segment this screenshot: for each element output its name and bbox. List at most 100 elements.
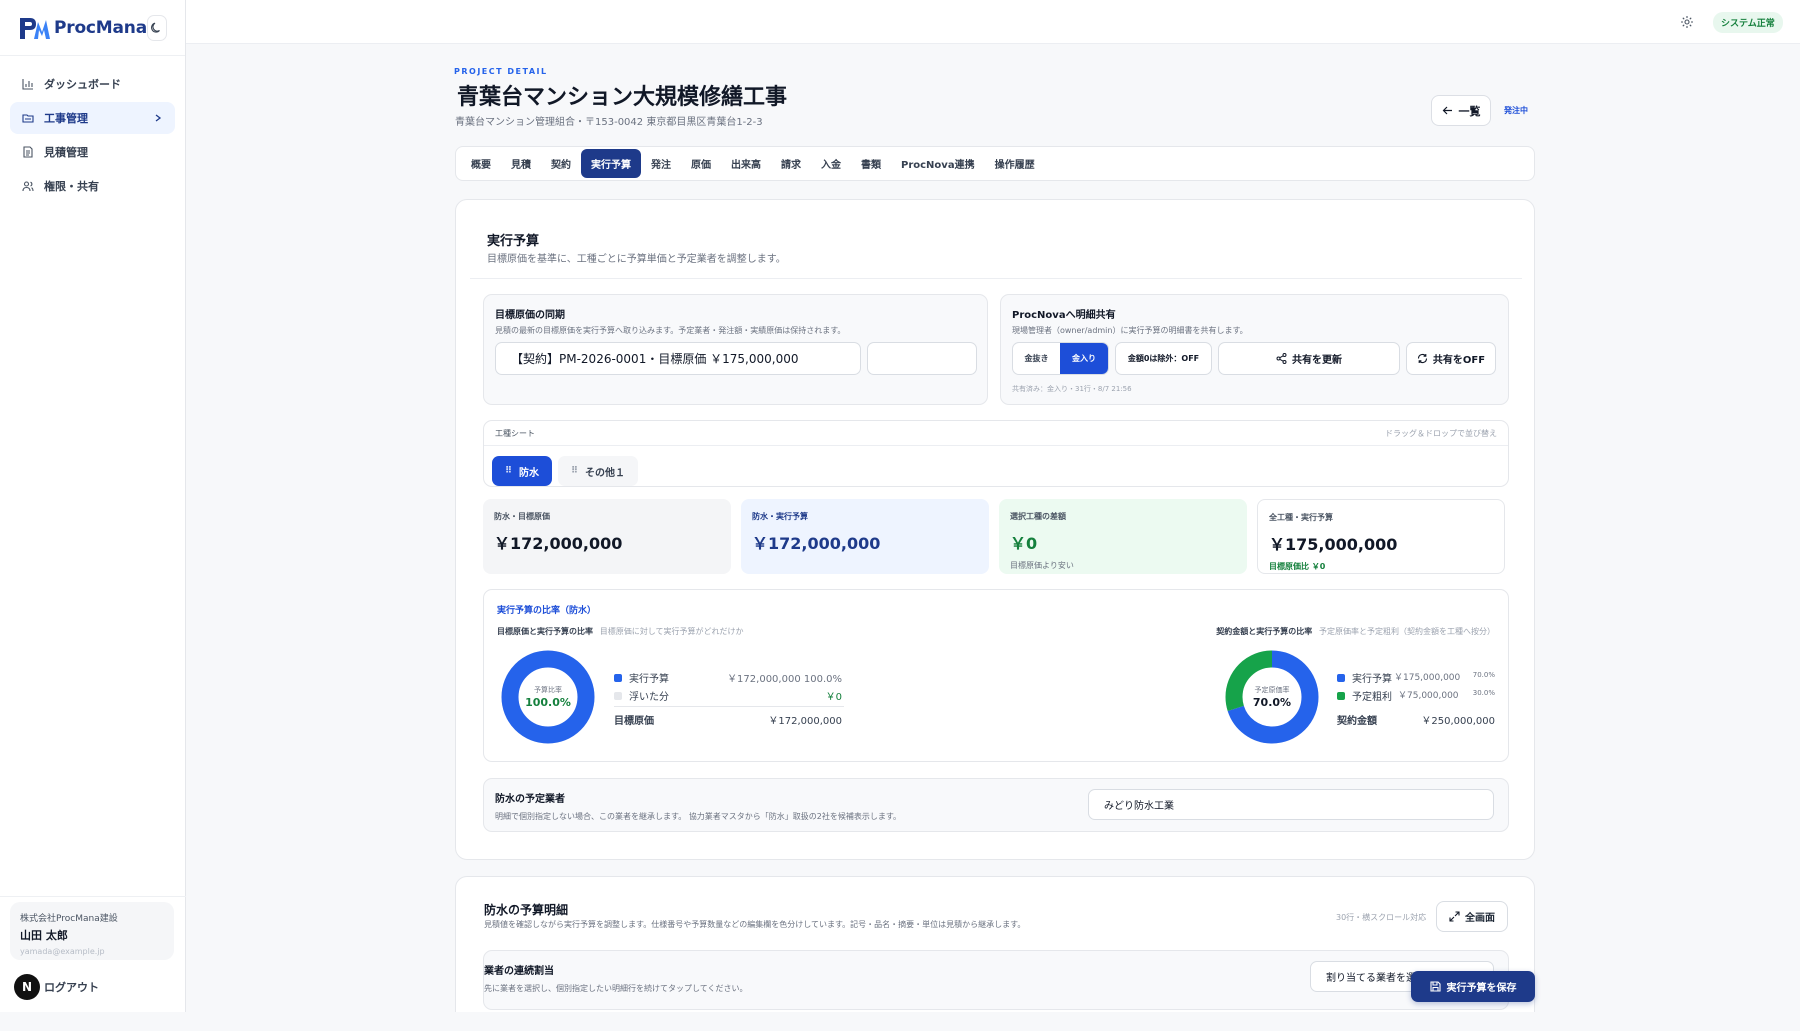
brand: ProcMana: [0, 0, 185, 56]
total-label: 目標原価: [614, 716, 654, 727]
tab-order[interactable]: 発注: [641, 149, 681, 178]
right-ratio-subheading: 予定原価率と予定粗利（契約金額を工種へ按分）: [1319, 627, 1495, 636]
tab-progress[interactable]: 出来高: [721, 149, 771, 178]
stat-label: 選択工種の差額: [1010, 512, 1066, 521]
sidebar-item-label: 工事管理: [44, 112, 88, 125]
tab-overview[interactable]: 概要: [461, 149, 501, 178]
drag-handle-icon[interactable]: ⠿: [505, 466, 512, 476]
legend-amount: ￥175,000,000: [1394, 673, 1461, 683]
budget-detail-card: 防水の予算明細 見積値を確認しながら実行予算を調整します。仕様番号や予算数量など…: [455, 876, 1535, 1031]
price-mode-toggle: 金抜き 金入り: [1012, 342, 1109, 375]
tab-estimate[interactable]: 見積: [501, 149, 541, 178]
donut-center-label: 予算比率: [534, 686, 562, 694]
sheet-tab-other[interactable]: ⠿ その他１: [558, 456, 638, 486]
share-status-text: 共有済み：金入り・31行・8/7 21:56: [1012, 385, 1132, 393]
sidebar-item-permissions[interactable]: 権限・共有: [10, 170, 175, 202]
expand-icon: [1449, 911, 1460, 922]
update-share-button[interactable]: 共有を更新: [1218, 342, 1400, 375]
exclude-zero-toggle[interactable]: 金額0は除外：OFF: [1115, 342, 1212, 375]
procmana-logo[interactable]: [18, 14, 52, 42]
right-ratio-heading: 契約金額と実行予算の比率 予定原価率と予定粗利（契約金額を工種へ按分）: [1216, 626, 1495, 637]
share-off-label: 共有をOFF: [1432, 355, 1486, 366]
user-email: yamada@example.jp: [20, 947, 105, 956]
tab-contract[interactable]: 契約: [541, 149, 581, 178]
stat-target-cost: 防水・目標原価 ￥172,000,000: [483, 499, 731, 574]
tab-procnova[interactable]: ProcNova連携: [891, 149, 985, 178]
tab-execution-budget[interactable]: 実行予算: [581, 149, 641, 178]
logout-label: ログアウト: [44, 981, 99, 994]
tab-payment[interactable]: 入金: [811, 149, 851, 178]
sidebar-item-label: 見積管理: [44, 146, 88, 159]
legend-label: 浮いた分: [629, 692, 669, 703]
legend-execution-budget: 実行予算: [1337, 670, 1392, 685]
sync-action-field[interactable]: [867, 342, 977, 375]
donut-center-value: 70.0%: [1252, 696, 1292, 709]
stat-value: ￥0: [1010, 534, 1038, 553]
legend-saved: 浮いた分: [614, 688, 669, 703]
refresh-icon: [1417, 353, 1427, 364]
sheet-panel-label: 工種シート: [495, 429, 535, 438]
legend-label: 実行予算: [1352, 674, 1392, 685]
target-cost-select[interactable]: 【契約】PM-2026-0001・目標原価 ￥175,000,000: [495, 342, 861, 375]
settings-button[interactable]: [1680, 14, 1694, 33]
legend-swatch: [1337, 673, 1345, 682]
budget-ratio-panel: 実行予算の比率（防水） 目標原価と実行予算の比率 目標原価に対して実行予算がどれ…: [483, 589, 1509, 762]
planned-vendor-select[interactable]: みどり防水工業: [1088, 789, 1494, 820]
legend-label: 予定粗利: [1352, 692, 1392, 703]
stat-difference: 選択工種の差額 ￥0 目標原価より安い: [999, 499, 1247, 574]
sidebar-item-label: 権限・共有: [44, 180, 99, 193]
stat-total-budget: 全工種・実行予算 ￥175,000,000 目標原価比 ￥0: [1257, 499, 1505, 574]
panel-title: 防水の予定業者: [495, 794, 565, 805]
price-mode-with[interactable]: 金入り: [1060, 343, 1108, 374]
legend-pct: 30.0%: [1472, 689, 1495, 697]
user-company: 株式会社ProcMana建設: [20, 914, 118, 924]
left-ratio-heading-text: 目標原価と実行予算の比率: [497, 627, 593, 636]
price-mode-without[interactable]: 金抜き: [1013, 343, 1060, 374]
panel-description: 見積の最新の目標原価を実行予算へ取り込みます。予定業者・発注額・実績原価は保持さ…: [495, 326, 846, 335]
share-off-button[interactable]: 共有をOFF: [1406, 342, 1496, 375]
legend-amount: ￥172,000,000 100.0%: [727, 674, 842, 685]
total-amount: ￥250,000,000: [1421, 716, 1495, 727]
total-amount: ￥172,000,000: [768, 716, 842, 727]
tab-billing[interactable]: 請求: [771, 149, 811, 178]
panel-title: 目標原価の同期: [495, 310, 565, 321]
tab-history[interactable]: 操作履歴: [985, 149, 1045, 178]
execution-budget-card: 実行予算 目標原価を基準に、工種ごとに予算単価と予定業者を調整します。 目標原価…: [455, 199, 1535, 860]
donut-center-label: 予定原価率: [1254, 686, 1290, 694]
detail-description: 見積値を確認しながら実行予算を調整します。仕様番号や予算数量などの編集欄を色分け…: [484, 920, 1026, 929]
topbar: システム正常: [186, 0, 1800, 44]
section-description: 目標原価を基準に、工種ごとに予算単価と予定業者を調整します。: [487, 254, 786, 265]
legend-label: 実行予算: [629, 674, 669, 685]
divider: [470, 278, 1522, 279]
folder-icon: [22, 114, 34, 123]
theme-toggle-button[interactable]: [146, 14, 167, 41]
legend-pct: 70.0%: [1472, 671, 1495, 679]
fullscreen-button[interactable]: 全画面: [1436, 901, 1508, 932]
page-eyebrow: PROJECT DETAIL: [454, 67, 548, 76]
panel-description: 明細で個別指定しない場合、この業者を継承します。 協力業者マスタから「防水」取扱…: [495, 812, 902, 821]
panel-description: 先に業者を選択し、個別指定したい明細行を続けてタップしてください。: [484, 984, 748, 993]
sidebar-item-projects[interactable]: 工事管理: [10, 102, 175, 134]
logout-button[interactable]: N ログアウト: [14, 974, 99, 1000]
stat-label: 防水・目標原価: [494, 512, 550, 521]
sheet-tab-label: 防水: [519, 467, 540, 479]
drag-handle-icon[interactable]: ⠿: [571, 466, 578, 476]
legend-amount: ￥75,000,000: [1398, 691, 1459, 701]
app-name: ProcMana: [54, 17, 147, 38]
sheet-tab-waterproof[interactable]: ⠿ 防水: [492, 456, 552, 486]
save-budget-button[interactable]: 実行予算を保存: [1411, 971, 1535, 1002]
tab-documents[interactable]: 書類: [851, 149, 891, 178]
divider: [614, 706, 844, 707]
sidebar-item-estimates[interactable]: 見積管理: [10, 136, 175, 168]
work-sheet-panel: 工種シート ドラッグ＆ドロップで並び替え ⠿ 防水 ⠿ その他１: [483, 420, 1509, 487]
tab-cost[interactable]: 原価: [681, 149, 721, 178]
arrow-left-icon: [1442, 106, 1452, 115]
sidebar-item-dashboard[interactable]: ダッシュボード: [10, 68, 175, 100]
back-label: 一覧: [1458, 104, 1481, 118]
legend-swatch: [1337, 691, 1345, 700]
donut-center-value: 100.0%: [525, 696, 571, 709]
panel-title: ProcNovaへ明細共有: [1012, 310, 1116, 321]
back-to-list-button[interactable]: 一覧: [1431, 95, 1491, 126]
page-title: 青葉台マンション大規模修繕工事: [457, 85, 788, 110]
system-status-badge: システム正常: [1713, 12, 1783, 33]
